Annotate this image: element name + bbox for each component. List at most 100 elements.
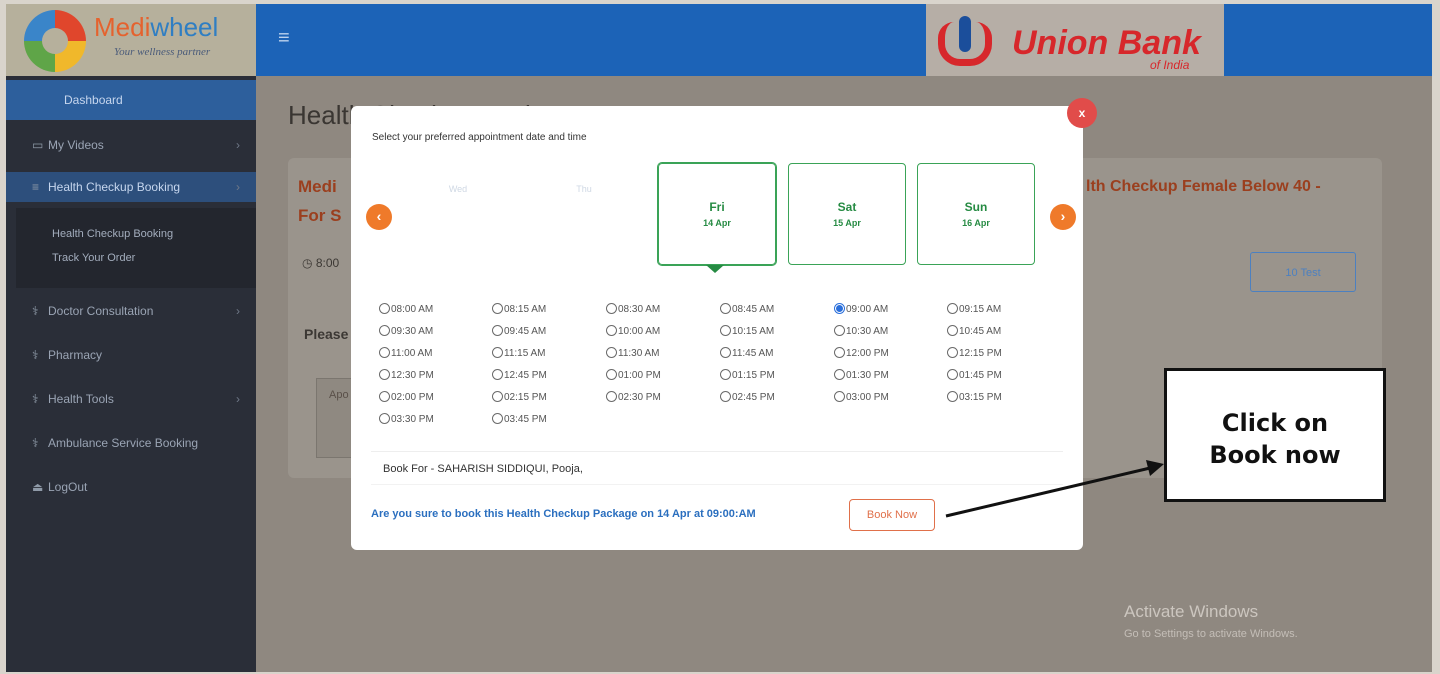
time-slot-option[interactable]: 02:45 PM	[720, 390, 775, 406]
radio-button[interactable]	[492, 413, 503, 424]
prev-date-arrow-icon[interactable]: ‹	[366, 204, 392, 230]
time-slot-option[interactable]: 03:45 PM	[492, 412, 547, 428]
sidebar-item-health-tools[interactable]: ⚕ Health Tools ›	[6, 384, 256, 414]
time-slot-option[interactable]: 02:00 PM	[379, 390, 434, 406]
sidebar-item-doctor-consultation[interactable]: ⚕ Doctor Consultation ›	[6, 296, 256, 326]
time-slot-option[interactable]: 08:45 AM	[720, 302, 774, 318]
radio-button[interactable]	[947, 391, 958, 402]
radio-button[interactable]	[720, 391, 731, 402]
radio-button[interactable]	[606, 303, 617, 314]
close-icon[interactable]: x	[1067, 98, 1097, 128]
time-slot-option[interactable]: 11:45 AM	[720, 346, 774, 362]
time-slot-option[interactable]: 03:30 PM	[379, 412, 434, 428]
radio-button[interactable]	[492, 303, 503, 314]
clock-icon: ◷	[302, 256, 316, 270]
sidebar-item-pharmacy[interactable]: ⚕ Pharmacy	[6, 340, 256, 370]
radio-button[interactable]	[720, 369, 731, 380]
time-slot-option[interactable]: 01:00 PM	[606, 368, 661, 384]
date-option-thu[interactable]: Thu	[549, 184, 619, 194]
time-slot-option[interactable]: 12:45 PM	[492, 368, 547, 384]
radio-button[interactable]	[492, 347, 503, 358]
radio-button[interactable]	[834, 369, 845, 380]
time-slot-option[interactable]: 10:30 AM	[834, 324, 888, 340]
chevron-down-icon: ›	[236, 180, 240, 194]
radio-button[interactable]	[379, 347, 390, 358]
time-slot-option[interactable]: 09:15 AM	[947, 302, 1001, 318]
time-slot-option[interactable]: 01:15 PM	[720, 368, 775, 384]
radio-button[interactable]	[492, 369, 503, 380]
date-card-fri[interactable]: Fri 14 Apr	[658, 163, 776, 265]
time-slot-option[interactable]: 01:30 PM	[834, 368, 889, 384]
time-slot-option[interactable]: 10:00 AM	[606, 324, 660, 340]
radio-button[interactable]	[834, 303, 845, 314]
time-slot-option[interactable]: 08:15 AM	[492, 302, 546, 318]
date-card-sun[interactable]: Sun 16 Apr	[917, 163, 1035, 265]
time-slot-label: 03:45 PM	[504, 414, 547, 425]
sidebar-item-dashboard[interactable]: Dashboard	[6, 80, 256, 120]
time-slot-option[interactable]: 12:30 PM	[379, 368, 434, 384]
sidebar-item-logout[interactable]: ⏏ LogOut	[6, 472, 256, 502]
radio-button[interactable]	[720, 303, 731, 314]
radio-button[interactable]	[834, 391, 845, 402]
radio-button[interactable]	[492, 325, 503, 336]
time-slot-label: 11:00 AM	[391, 348, 433, 359]
radio-button[interactable]	[834, 325, 845, 336]
time-slot-label: 03:15 PM	[959, 392, 1002, 403]
brand-logo[interactable]: Mediwheel Your wellness partner	[6, 4, 256, 76]
time-slot-option[interactable]: 12:15 PM	[947, 346, 1002, 362]
time-slot-label: 01:15 PM	[732, 370, 775, 381]
radio-button[interactable]	[606, 369, 617, 380]
hamburger-menu-icon[interactable]: ≡	[278, 28, 298, 48]
sidebar-item-ambulance[interactable]: ⚕ Ambulance Service Booking	[6, 428, 256, 458]
sidebar-item-health-checkup[interactable]: ≡ Health Checkup Booking ›	[6, 172, 256, 202]
date-option-wed[interactable]: Wed	[423, 184, 493, 194]
sidebar-submenu: Health Checkup Booking Track Your Order	[16, 208, 256, 288]
time-slot-option[interactable]: 02:30 PM	[606, 390, 661, 406]
time-slot-option[interactable]: 03:15 PM	[947, 390, 1002, 406]
radio-button[interactable]	[834, 347, 845, 358]
radio-button[interactable]	[606, 347, 617, 358]
radio-button[interactable]	[379, 303, 390, 314]
sidebar-item-my-videos[interactable]: ▭ My Videos ›	[6, 130, 256, 160]
app-window: Mediwheel Your wellness partner ≡ Union …	[6, 4, 1432, 672]
radio-button[interactable]	[379, 413, 390, 424]
time-slot-option[interactable]: 03:00 PM	[834, 390, 889, 406]
time-slot-option[interactable]: 11:00 AM	[379, 346, 433, 362]
radio-button[interactable]	[947, 303, 958, 314]
radio-button[interactable]	[379, 325, 390, 336]
time-slot-option[interactable]: 09:00 AM	[834, 302, 888, 318]
time-slot-option[interactable]: 12:00 PM	[834, 346, 889, 362]
radio-button[interactable]	[720, 347, 731, 358]
radio-button[interactable]	[379, 369, 390, 380]
time-slot-option[interactable]: 08:00 AM	[379, 302, 433, 318]
time-slot-option[interactable]: 09:30 AM	[379, 324, 433, 340]
radio-button[interactable]	[720, 325, 731, 336]
tools-icon: ⚕	[32, 392, 39, 406]
radio-button[interactable]	[606, 325, 617, 336]
time-slot-option[interactable]: 11:15 AM	[492, 346, 546, 362]
book-for-field[interactable]: Book For - SAHARISH SIDDIQUI, Pooja,	[371, 451, 1063, 485]
radio-button[interactable]	[379, 391, 390, 402]
time-slot-label: 11:15 AM	[504, 348, 546, 359]
radio-button[interactable]	[492, 391, 503, 402]
time-slot-option[interactable]: 10:15 AM	[720, 324, 774, 340]
tests-button[interactable]: 10 Test	[1250, 252, 1356, 292]
next-date-arrow-icon[interactable]: ›	[1050, 204, 1076, 230]
radio-button[interactable]	[947, 347, 958, 358]
time-slot-option[interactable]: 08:30 AM	[606, 302, 660, 318]
book-now-button[interactable]: Book Now	[849, 499, 935, 531]
time-slot-label: 03:00 PM	[846, 392, 889, 403]
time-slot-option[interactable]: 10:45 AM	[947, 324, 1001, 340]
time-slot-option[interactable]: 01:45 PM	[947, 368, 1002, 384]
sidebar-subitem-health-checkup-booking[interactable]: Health Checkup Booking	[52, 228, 252, 240]
time-slot-option[interactable]: 09:45 AM	[492, 324, 546, 340]
sidebar-subitem-track-order[interactable]: Track Your Order	[52, 252, 252, 264]
time-slot-label: 03:30 PM	[391, 414, 434, 425]
radio-button[interactable]	[947, 369, 958, 380]
radio-button[interactable]	[606, 391, 617, 402]
date-card-sat[interactable]: Sat 15 Apr	[788, 163, 906, 265]
time-slot-option[interactable]: 02:15 PM	[492, 390, 547, 406]
modal-heading: Select your preferred appointment date a…	[372, 132, 587, 143]
time-slot-option[interactable]: 11:30 AM	[606, 346, 660, 362]
radio-button[interactable]	[947, 325, 958, 336]
